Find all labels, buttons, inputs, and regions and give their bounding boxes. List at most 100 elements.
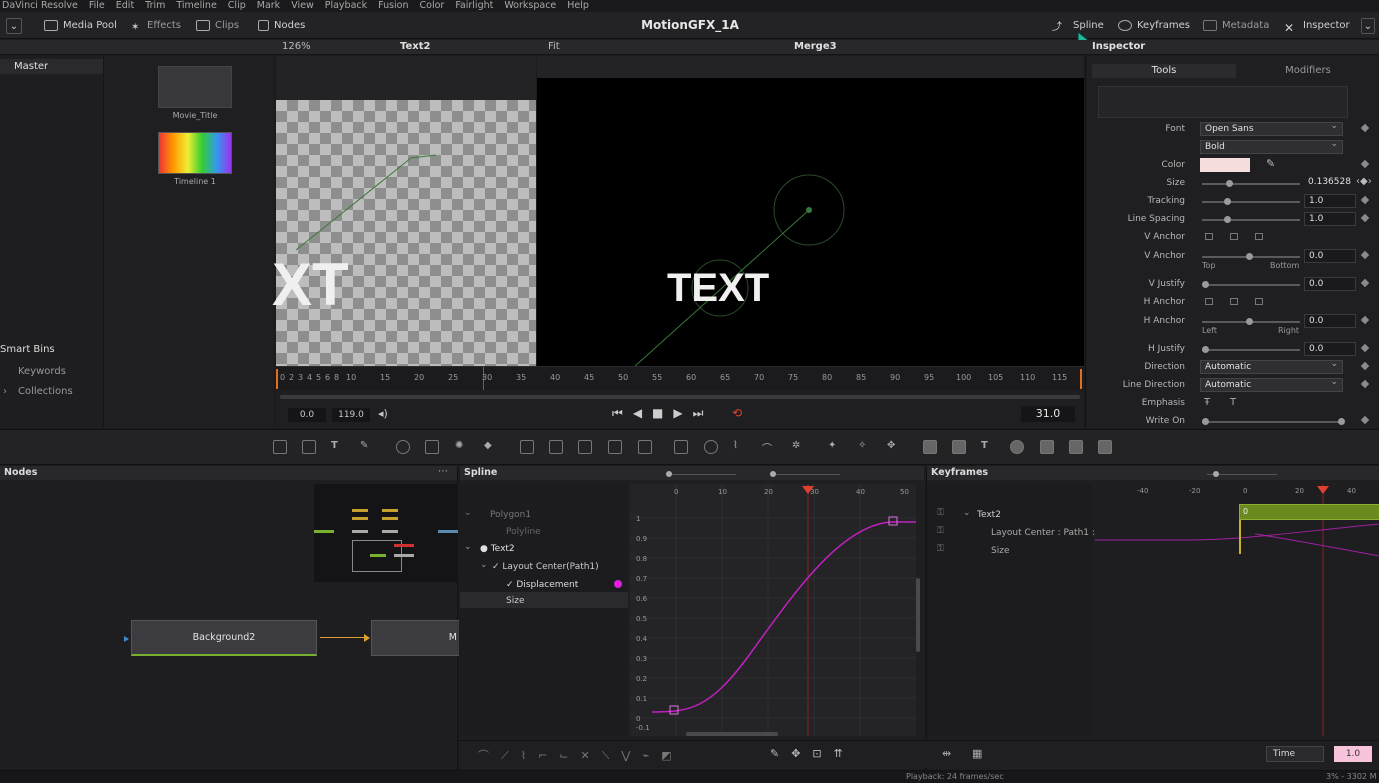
tracking-value[interactable]: 1.0 — [1304, 194, 1356, 208]
spline-tool-icons[interactable]: ⌒⟋⌇⌐⌙✕⟍⋁⌁◩ — [478, 747, 683, 763]
rectangle-mask-icon[interactable] — [674, 440, 688, 454]
viewer2-node-label[interactable]: Merge3 — [794, 41, 837, 52]
sphere3d-icon[interactable] — [1010, 440, 1024, 454]
movie-title-thumbnail[interactable] — [158, 66, 232, 108]
keyframes-item-size[interactable]: Size — [991, 546, 1009, 556]
menu-help[interactable]: Help — [567, 0, 589, 11]
prender-tool-icon[interactable]: ✥ — [887, 440, 901, 454]
h-justify-slider[interactable] — [1202, 346, 1300, 353]
menu-trim[interactable]: Trim — [145, 0, 165, 11]
blur-tool-icon[interactable] — [425, 440, 439, 454]
lock-icon[interactable]: ⚿ — [937, 508, 944, 518]
menu-fusion[interactable]: Fusion — [378, 0, 408, 11]
menu-workspace[interactable]: Workspace — [504, 0, 556, 11]
text-input-area[interactable] — [1098, 86, 1348, 118]
ellipse-tool-icon[interactable] — [396, 440, 410, 454]
bspline-mask-icon[interactable]: ⌒ — [762, 440, 776, 455]
grid-icon[interactable]: ▦ — [972, 747, 982, 760]
chevron-down-icon[interactable]: ⌄ — [464, 508, 472, 518]
style-dropdown[interactable]: Bold — [1200, 138, 1343, 154]
transform-tool-icon[interactable] — [549, 440, 563, 454]
keyframe-icon[interactable] — [1360, 250, 1370, 260]
expand-icon[interactable]: ⌄ — [1361, 18, 1375, 34]
keyframe-nav-icon[interactable]: ‹◆› — [1356, 176, 1372, 187]
text-tool-icon[interactable]: T — [331, 440, 345, 454]
menu-color[interactable]: Color — [420, 0, 445, 11]
current-frame-field[interactable]: 31.0 — [1021, 406, 1075, 422]
timeline-ruler[interactable]: 0 2 3 4 5 6 8 10 15 20 25 30 35 40 45 50… — [276, 366, 1084, 391]
node-minimap[interactable] — [314, 484, 458, 582]
spline-graph[interactable]: 1 0.9 0.8 0.7 0.6 0.5 0.4 0.3 0.2 0.1 0 … — [630, 484, 916, 736]
h-anchor-slider[interactable] — [1202, 318, 1300, 325]
timeline-thumbnail[interactable] — [158, 132, 232, 174]
menu-fairlight[interactable]: Fairlight — [455, 0, 493, 11]
chevron-down-icon[interactable]: ⌄ — [963, 508, 971, 518]
h-anchor-value[interactable]: 0.0 — [1304, 314, 1356, 328]
clips-button[interactable]: Clips — [196, 18, 239, 34]
text3d-icon[interactable]: T — [981, 440, 995, 454]
color-swatch[interactable] — [1200, 158, 1250, 172]
stop-icon[interactable]: ■ — [652, 406, 673, 420]
fit-keyframes-icon[interactable]: ⇹ — [942, 747, 951, 760]
paint-tool-icon[interactable] — [302, 440, 316, 454]
play-reverse-icon[interactable]: ◀ — [633, 406, 652, 420]
speaker-icon[interactable]: ◂) — [378, 407, 388, 420]
more-options-icon[interactable]: ⋯ — [438, 466, 448, 477]
smart-bin-keywords[interactable]: Keywords — [18, 366, 66, 377]
keyframe-icon[interactable] — [1360, 361, 1370, 371]
metadata-button[interactable]: Metadata — [1203, 18, 1269, 34]
keyframe-icon[interactable] — [1360, 278, 1370, 288]
resize-tool-icon[interactable] — [578, 440, 592, 454]
background2-node[interactable]: Background2 — [131, 620, 317, 656]
keyframes-item-text2[interactable]: Text2 — [977, 510, 1001, 520]
chevron-down-icon[interactable]: ⌄ — [480, 560, 488, 570]
anchor-center-icon[interactable] — [1230, 233, 1238, 240]
spline-zoom-slider[interactable] — [666, 471, 736, 477]
keyframe-icon[interactable] — [1360, 415, 1370, 425]
time-value-field[interactable]: 1.0 — [1334, 746, 1372, 762]
keyframes-button[interactable]: Keyframes — [1118, 18, 1190, 34]
keyframe-icon[interactable] — [1360, 315, 1370, 325]
v-justify-value[interactable]: 0.0 — [1304, 277, 1356, 291]
glow-tool-icon[interactable]: ✺ — [455, 440, 469, 454]
keyframe-icon[interactable] — [1360, 123, 1370, 133]
tab-tools[interactable]: Tools — [1092, 64, 1236, 78]
tracking-slider[interactable] — [1202, 198, 1300, 205]
go-start-icon[interactable]: ⏮ — [612, 406, 633, 420]
start-frame-field[interactable]: 0.0 — [288, 408, 326, 422]
shape3d-tool-icon[interactable] — [923, 440, 937, 454]
spline-item-text2[interactable]: ● Text2 — [480, 544, 515, 554]
menu-timeline[interactable]: Timeline — [176, 0, 216, 11]
camera3d-icon[interactable] — [1069, 440, 1083, 454]
chevron-right-icon[interactable]: › — [3, 386, 7, 397]
merge3d-icon[interactable] — [1040, 440, 1054, 454]
scrub-bar[interactable] — [280, 395, 1080, 399]
loop-icon[interactable]: ⟲ — [732, 406, 742, 420]
lock-icon[interactable]: ⚿ — [937, 544, 944, 554]
anchor-left-icon[interactable] — [1205, 298, 1213, 305]
line-spacing-slider[interactable] — [1202, 216, 1300, 223]
brush-tool-icon[interactable]: ✎ — [360, 440, 374, 454]
spline-vscrollbar[interactable] — [916, 578, 920, 652]
background-tool-icon[interactable] — [273, 440, 287, 454]
v-justify-slider[interactable] — [1202, 281, 1300, 288]
menu-mark[interactable]: Mark — [257, 0, 280, 11]
merge-tool-icon[interactable] — [520, 440, 534, 454]
spline-item-layout-center[interactable]: ✓ Layout Center(Path1) — [492, 562, 599, 572]
direction-dropdown[interactable]: Automatic — [1200, 358, 1343, 374]
tab-modifiers[interactable]: Modifiers — [1238, 64, 1378, 78]
ellipse-mask-icon[interactable] — [704, 440, 718, 454]
keyframe-icon[interactable] — [1360, 343, 1370, 353]
spline-item-polygon1[interactable]: Polygon1 — [490, 510, 531, 520]
spline-item-displacement[interactable]: ✓ Displacement — [506, 580, 578, 590]
chevron-down-icon[interactable]: ⌄ — [464, 542, 472, 552]
anchor-right-icon[interactable] — [1255, 298, 1263, 305]
keyframes-timeline[interactable]: 0 -40 -20 0 20 40 — [1095, 484, 1379, 736]
effects-button[interactable]: ✶ Effects — [131, 18, 181, 34]
menu-file[interactable]: File — [89, 0, 105, 11]
menu-clip[interactable]: Clip — [228, 0, 246, 11]
strikethrough-icon[interactable]: Ŧ — [1204, 397, 1210, 408]
matte-tool-icon[interactable] — [608, 440, 622, 454]
keyframe-icon[interactable] — [1360, 195, 1370, 205]
fit-dropdown[interactable]: Fit — [548, 41, 560, 52]
